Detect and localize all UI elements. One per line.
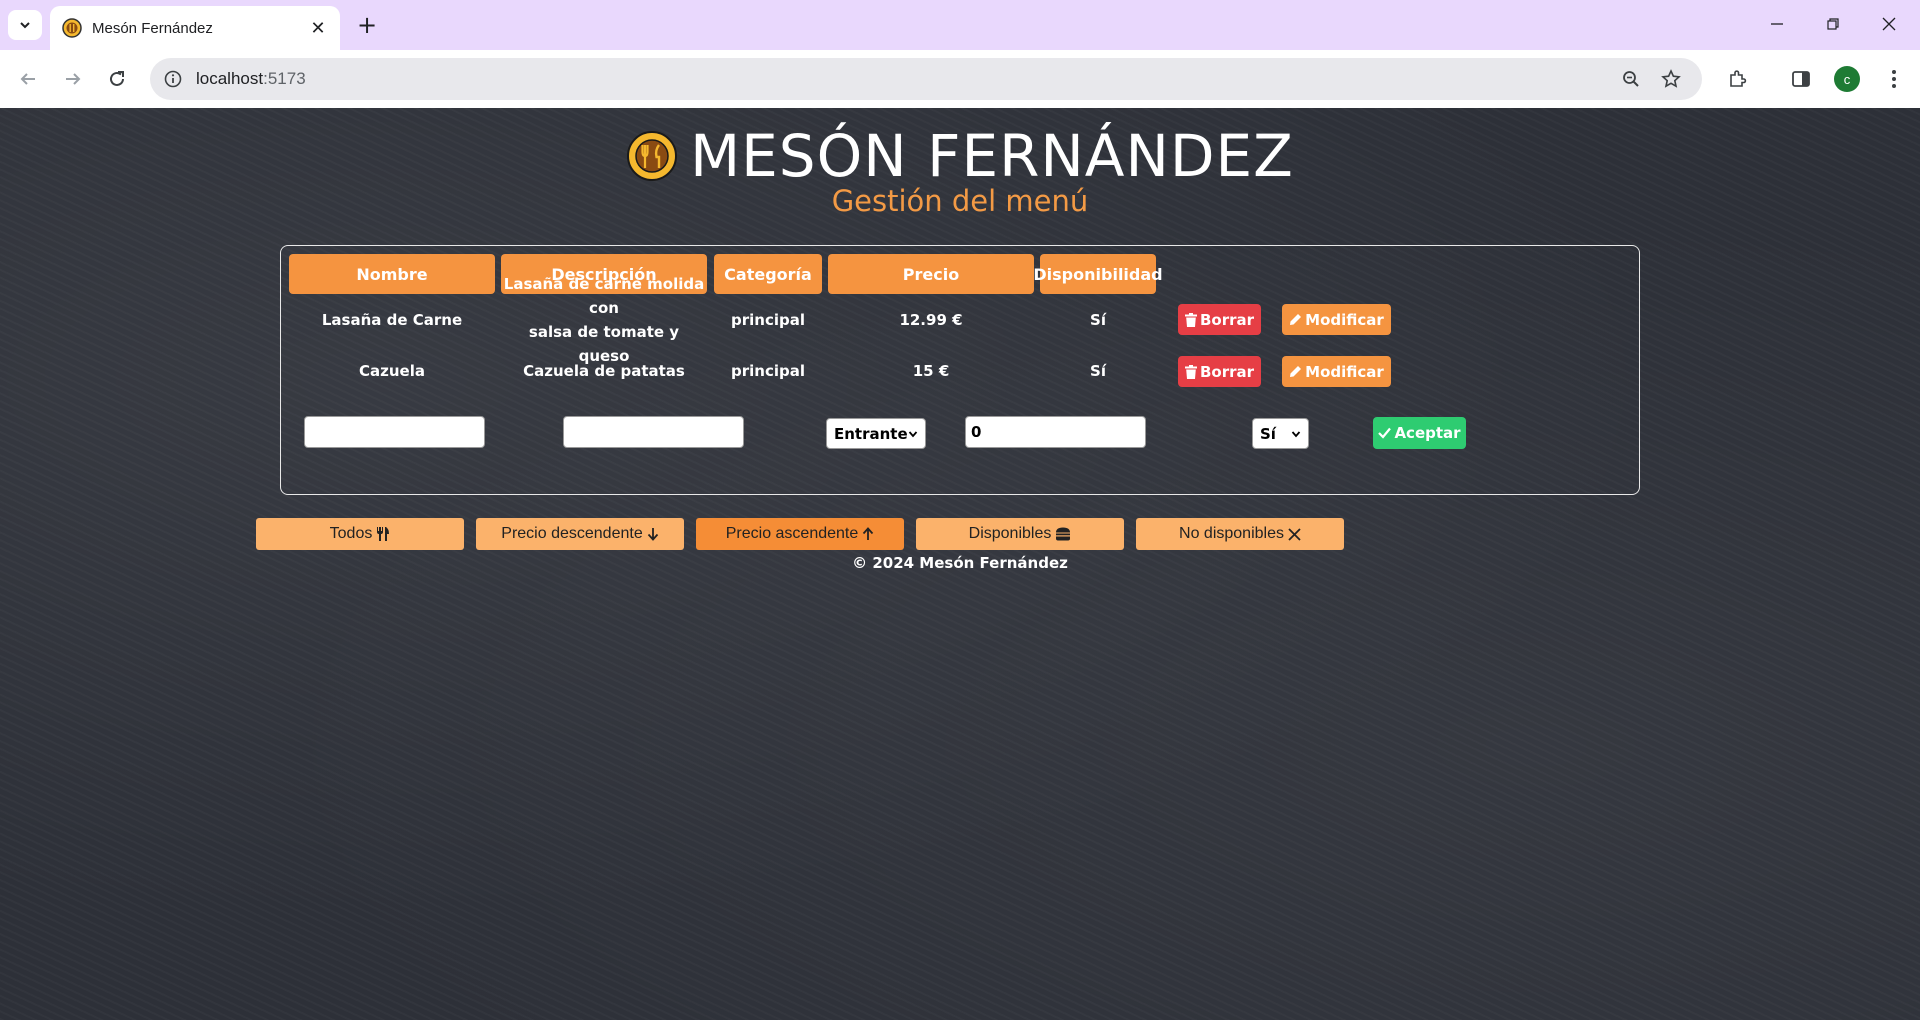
url-text: localhost:5173 [196, 69, 306, 88]
zoom-icon[interactable] [1618, 66, 1644, 92]
more-menu-icon[interactable] [1879, 64, 1909, 94]
page-footer: © 2024 Mesón Fernández [852, 554, 1068, 572]
menu-table: Nombre Descripción Categoría Precio Disp… [280, 245, 1640, 495]
column-header-nombre[interactable]: Nombre [289, 254, 495, 294]
cell-nombre: Cazuela [359, 362, 425, 380]
close-tab-icon[interactable]: ✕ [308, 18, 328, 39]
cell-descripcion: Lasaña de carne molida con salsa de toma… [503, 275, 705, 365]
modify-button[interactable]: Modificar [1282, 356, 1391, 387]
cell-categoria: principal [731, 311, 805, 329]
page-header: MESÓN FERNÁNDEZ Gestión del menú [0, 122, 1920, 218]
extensions-icon[interactable] [1722, 64, 1752, 94]
back-icon[interactable] [12, 63, 44, 95]
column-header-precio[interactable]: Precio [828, 254, 1034, 294]
categoria-select[interactable]: Entrante [826, 418, 926, 449]
browser-toolbar: localhost:5173 [0, 50, 1920, 108]
descripcion-input[interactable] [563, 416, 744, 448]
site-info-icon[interactable] [164, 70, 182, 88]
minimize-icon[interactable] [1755, 8, 1799, 40]
cell-descripcion: Cazuela de patatas [523, 362, 685, 380]
trash-icon [1184, 312, 1197, 327]
filter-precio-descendente-button[interactable]: Precio descendente [476, 518, 684, 550]
column-header-disponibilidad[interactable]: Disponibilidad [1033, 254, 1163, 294]
pencil-icon [1290, 314, 1302, 325]
address-bar[interactable]: localhost:5173 [150, 58, 1702, 100]
tab-strip: Mesón Fernández ✕ + [0, 0, 1920, 50]
close-window-icon[interactable] [1867, 8, 1911, 40]
cell-nombre: Lasaña de Carne [321, 311, 463, 329]
filter-disponibles-button[interactable]: Disponibles [916, 518, 1124, 550]
tab-search-button[interactable] [8, 10, 42, 40]
trash-icon [1184, 364, 1197, 379]
cell-disponibilidad: Sí [1090, 311, 1106, 329]
precio-input[interactable]: 0 [965, 416, 1146, 448]
new-tab-icon[interactable]: + [352, 10, 382, 40]
delete-button[interactable]: Borrar [1178, 356, 1261, 387]
chevron-down-icon [1291, 430, 1301, 437]
chevron-down-icon [908, 430, 918, 437]
cell-categoria: principal [731, 362, 805, 380]
delete-button[interactable]: Borrar [1178, 304, 1261, 335]
brand: MESÓN FERNÁNDEZ [626, 122, 1294, 190]
profile-avatar[interactable]: c [1834, 66, 1860, 92]
check-icon [1378, 427, 1392, 439]
page-title: MESÓN FERNÁNDEZ [690, 122, 1294, 190]
arrow-down-icon [647, 528, 658, 541]
reload-icon[interactable] [101, 63, 133, 95]
burger-icon [1056, 527, 1071, 541]
pencil-icon [1290, 366, 1302, 377]
utensils-icon [377, 527, 390, 541]
nombre-input[interactable] [304, 416, 485, 448]
bookmark-star-icon[interactable] [1658, 66, 1684, 92]
cell-disponibilidad: Sí [1090, 362, 1106, 380]
restaurant-logo-icon [627, 131, 678, 181]
column-header-categoria[interactable]: Categoría [714, 254, 822, 294]
restaurant-logo-icon [62, 18, 82, 38]
accept-button[interactable]: Aceptar [1373, 417, 1466, 449]
page-subtitle: Gestión del menú [831, 184, 1089, 218]
page-content: MESÓN FERNÁNDEZ Gestión del menú Nombre … [0, 108, 1920, 1020]
browser-tab[interactable]: Mesón Fernández ✕ [50, 6, 340, 50]
filter-todos-button[interactable]: Todos [256, 518, 464, 550]
cell-precio: 15 € [912, 362, 950, 380]
cell-precio: 12.99 € [899, 311, 963, 329]
x-icon [1288, 527, 1301, 541]
modify-button[interactable]: Modificar [1282, 304, 1391, 335]
chevron-down-icon [20, 22, 30, 29]
disponibilidad-select[interactable]: Sí [1252, 418, 1309, 449]
forward-icon[interactable] [57, 63, 89, 95]
filter-precio-ascendente-button[interactable]: Precio ascendente [696, 518, 904, 550]
arrow-up-icon [863, 527, 874, 540]
restore-icon[interactable] [1811, 8, 1855, 40]
side-panel-icon[interactable] [1786, 64, 1816, 94]
tab-title: Mesón Fernández [92, 19, 213, 37]
filter-no-disponibles-button[interactable]: No disponibles [1136, 518, 1344, 550]
